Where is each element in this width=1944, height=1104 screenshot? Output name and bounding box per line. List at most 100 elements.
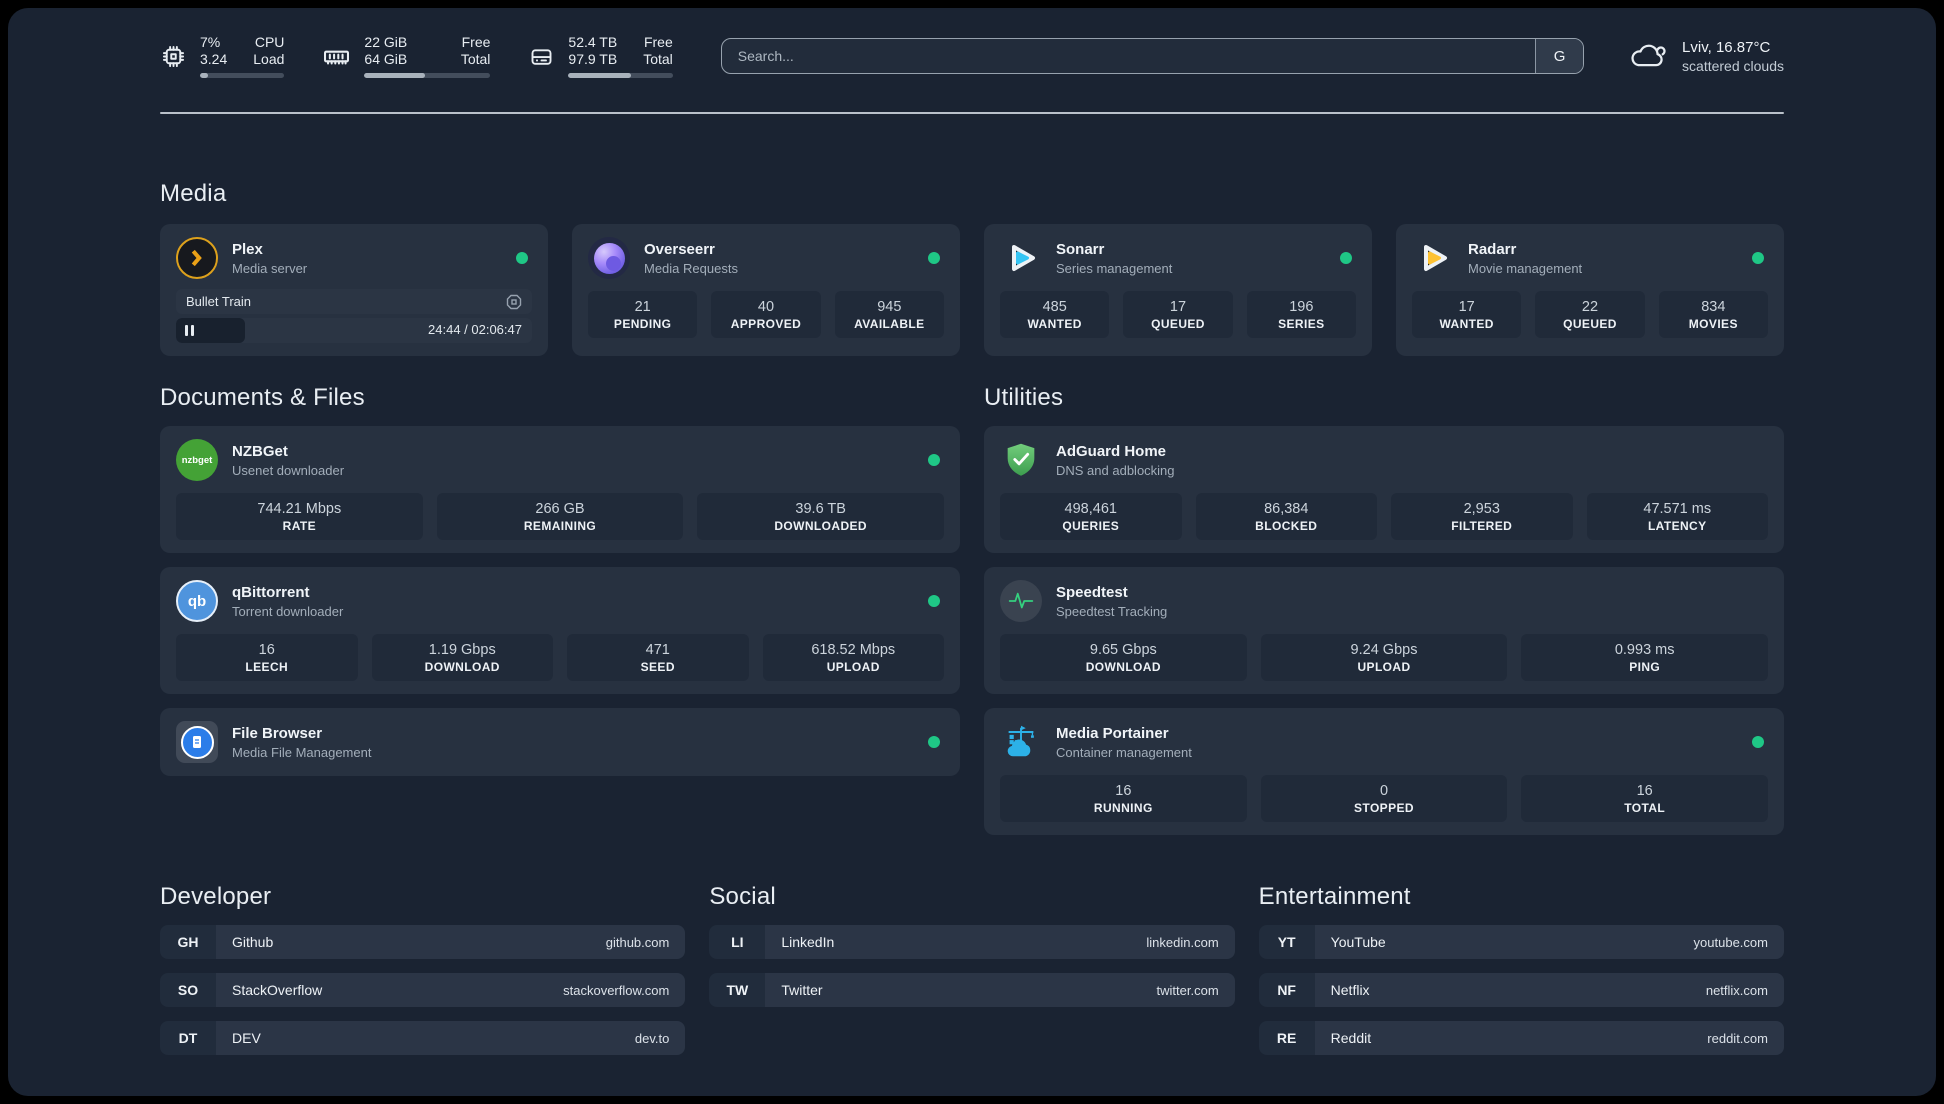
playback-time: 24:44 / 02:06:47 xyxy=(428,322,522,337)
cpu-usage-value: 7% xyxy=(200,34,221,50)
link-url: dev.to xyxy=(634,1030,670,1046)
sonarr-card[interactable]: Sonarr Series management 485 WANTED 17 Q… xyxy=(984,224,1372,356)
app-name: Sonarr xyxy=(1056,240,1105,258)
link-reddit[interactable]: RE Reddit reddit.com xyxy=(1258,1021,1784,1055)
radarr-card[interactable]: Radarr Movie management 17 WANTED 22 QUE… xyxy=(1396,224,1784,356)
memory-stat: 22 GiB 64 GiB Free Total xyxy=(322,34,491,78)
media-source-icon[interactable] xyxy=(506,294,522,310)
top-bar: 7% 3.24 CPU Load 22 GiB 64 GiB Free Tota… xyxy=(160,34,1784,78)
link-twitter[interactable]: TW Twitter twitter.com xyxy=(709,973,1235,1007)
link-linkedin[interactable]: LI LinkedIn linkedin.com xyxy=(709,925,1235,959)
plex-card[interactable]: Plex Media server Bullet Train 24:44 / 0… xyxy=(160,224,548,356)
section-title-social: Social xyxy=(709,883,776,910)
status-online-dot xyxy=(516,252,528,264)
link-abbr: DT xyxy=(160,1021,216,1055)
stat-movies: 834 MOVIES xyxy=(1658,291,1768,338)
section-title-documents: Documents & Files xyxy=(160,384,365,411)
system-stats: 7% 3.24 CPU Load 22 GiB 64 GiB Free Tota… xyxy=(160,34,673,78)
dashboard-panel: 7% 3.24 CPU Load 22 GiB 64 GiB Free Tota… xyxy=(8,8,1936,1096)
link-url: stackoverflow.com xyxy=(563,982,670,998)
nzbget-card[interactable]: nzbget NZBGet Usenet downloader 744.21 M… xyxy=(160,426,960,553)
entertainment-section: Entertainment YT YouTube youtube.com NF … xyxy=(1258,883,1784,1055)
filebrowser-card[interactable]: File Browser Media File Management xyxy=(160,708,960,776)
link-youtube[interactable]: YT YouTube youtube.com xyxy=(1258,925,1784,959)
adguard-card[interactable]: AdGuard Home DNS and adblocking 498,461 … xyxy=(984,426,1784,553)
now-playing-title: Bullet Train xyxy=(186,294,252,309)
link-abbr: SO xyxy=(160,973,216,1007)
stat-wanted: 485 WANTED xyxy=(1000,291,1110,338)
stat-leech: 16 LEECH xyxy=(176,634,358,681)
stat-blocked: 86,384 BLOCKED xyxy=(1195,493,1377,540)
link-url: youtube.com xyxy=(1693,934,1768,950)
link-stackoverflow[interactable]: SO StackOverflow stackoverflow.com xyxy=(160,973,686,1007)
header-divider xyxy=(160,112,1784,114)
pause-button[interactable] xyxy=(185,325,194,336)
weather-condition: scattered clouds xyxy=(1682,57,1784,74)
app-desc: Media Requests xyxy=(644,260,738,276)
ram-progress-bar xyxy=(364,73,491,78)
cpu-load-label: Load xyxy=(253,51,285,67)
search-engine-button[interactable]: G xyxy=(1535,39,1584,73)
portainer-card[interactable]: Media Portainer Container management 16 … xyxy=(984,708,1784,835)
status-online-dot xyxy=(1752,252,1764,264)
adguard-icon xyxy=(1000,439,1042,481)
stat-latency: 47.571 ms LATENCY xyxy=(1586,493,1768,540)
app-name: Speedtest xyxy=(1056,583,1128,601)
stat-seed: 471 SEED xyxy=(567,634,749,681)
stat-queued: 22 QUEUED xyxy=(1535,291,1645,338)
link-name: LinkedIn xyxy=(781,934,835,950)
link-name: Github xyxy=(232,934,274,950)
link-abbr: YT xyxy=(1258,925,1315,959)
link-abbr: RE xyxy=(1258,1021,1315,1055)
speedtest-card[interactable]: Speedtest Speedtest Tracking 9.65 Gbps D… xyxy=(984,567,1784,694)
overseerr-icon xyxy=(588,237,630,279)
cloud-icon xyxy=(1631,44,1666,67)
app-name: AdGuard Home xyxy=(1056,442,1167,460)
app-desc: Series management xyxy=(1056,260,1173,276)
ram-free-label: Free xyxy=(461,34,491,50)
status-online-dot xyxy=(928,736,940,748)
disk-total-value: 97.9 TB xyxy=(568,51,618,67)
stat-wanted: 17 WANTED xyxy=(1412,291,1522,338)
disk-free-value: 52.4 TB xyxy=(568,34,618,50)
link-abbr: TW xyxy=(709,973,766,1007)
app-name: Plex xyxy=(232,240,263,258)
stat-upload: 618.52 Mbps UPLOAD xyxy=(762,634,944,681)
link-netflix[interactable]: NF Netflix netflix.com xyxy=(1258,973,1784,1007)
stat-download: 1.19 Gbps DOWNLOAD xyxy=(371,634,553,681)
stat-filtered: 2,953 FILTERED xyxy=(1391,493,1573,540)
stat-remaining: 266 GB REMAINING xyxy=(436,493,684,540)
link-name: Netflix xyxy=(1330,982,1370,998)
app-name: Radarr xyxy=(1468,240,1517,258)
social-section: Social LI LinkedIn linkedin.com TW Twitt… xyxy=(709,883,1235,1007)
link-name: Reddit xyxy=(1330,1030,1372,1046)
stat-ping: 0.993 ms PING xyxy=(1521,634,1769,681)
link-url: reddit.com xyxy=(1707,1030,1768,1046)
qbittorrent-card[interactable]: qb qBittorrent Torrent downloader 16 LEE… xyxy=(160,567,960,694)
overseerr-card[interactable]: Overseerr Media Requests 21 PENDING 40 A… xyxy=(572,224,960,356)
stat-available: 945 AVAILABLE xyxy=(834,291,944,338)
stat-series: 196 SERIES xyxy=(1246,291,1356,338)
link-abbr: GH xyxy=(160,925,216,959)
media-grid: Plex Media server Bullet Train 24:44 / 0… xyxy=(160,224,1784,356)
sonarr-icon xyxy=(1000,237,1042,279)
stat-running: 16 RUNNING xyxy=(1000,775,1247,822)
app-name: qBittorrent xyxy=(232,583,310,601)
stat-downloaded: 39.6 TB DOWNLOADED xyxy=(697,493,945,540)
section-title-developer: Developer xyxy=(160,883,272,910)
status-online-dot xyxy=(1752,736,1764,748)
link-dev-to[interactable]: DT DEV dev.to xyxy=(160,1021,686,1055)
disk-icon xyxy=(531,48,552,65)
ram-total-label: Total xyxy=(460,51,491,67)
link-name: Twitter xyxy=(781,982,823,998)
documents-column: Documents & Files nzbget NZBGet Usenet d… xyxy=(160,384,960,776)
app-name: NZBGet xyxy=(232,442,288,460)
search-input[interactable] xyxy=(721,39,1536,73)
stat-queued: 17 QUEUED xyxy=(1123,291,1233,338)
section-title-utilities: Utilities xyxy=(984,384,1064,411)
link-url: twitter.com xyxy=(1156,982,1219,998)
link-github[interactable]: GH Github github.com xyxy=(160,925,686,959)
plex-icon xyxy=(176,237,218,279)
stat-stopped: 0 STOPPED xyxy=(1260,775,1508,822)
disk-stat: 52.4 TB 97.9 TB Free Total xyxy=(528,34,673,78)
